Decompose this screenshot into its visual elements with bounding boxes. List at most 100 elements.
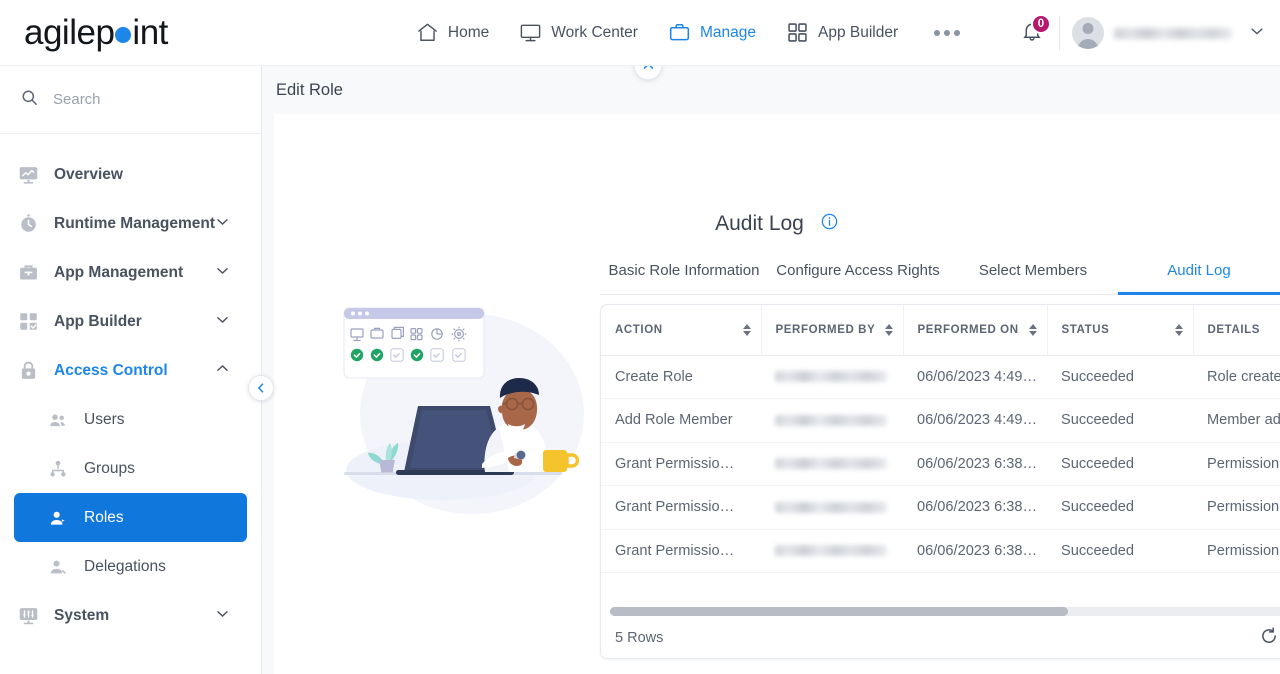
ellipsis-icon[interactable]	[934, 29, 961, 36]
info-circle-icon[interactable]	[820, 212, 839, 236]
sidebar-item-system[interactable]: System	[0, 591, 261, 640]
table-header: ACTION PERFORMED BY PERFORMED ON STATUS …	[601, 305, 1280, 356]
column-header-performed-by[interactable]: PERFORMED BY	[761, 305, 904, 356]
cell-action: Grant Permissio…	[601, 442, 761, 486]
redacted-value	[775, 371, 887, 383]
tab-configure-access-rights[interactable]: Configure Access Rights	[768, 254, 948, 294]
lock-icon	[18, 360, 46, 381]
horizontal-scrollbar[interactable]	[601, 604, 1280, 618]
scrollbar-thumb[interactable]	[610, 606, 1069, 616]
search-input[interactable]: Search	[0, 66, 261, 134]
cell-performed-on: 06/06/2023 4:49…	[903, 398, 1047, 443]
table-body: Create Role 06/06/2023 4:49… Succeeded R…	[601, 355, 1280, 573]
table-row[interactable]: Add Role Member 06/06/2023 4:49… Succeed…	[601, 398, 1280, 443]
stopwatch-icon	[18, 213, 46, 234]
divider	[1059, 16, 1060, 50]
monitor-icon	[519, 21, 542, 44]
sidebar-item-access-control[interactable]: Access Control	[0, 346, 261, 395]
column-label-status: STATUS	[1061, 323, 1110, 336]
cell-details: Member ad	[1193, 398, 1280, 443]
sort-icon[interactable]	[884, 323, 893, 336]
cell-status: Succeeded	[1047, 485, 1193, 530]
cell-status: Succeeded	[1047, 442, 1193, 486]
role-person-icon	[48, 508, 78, 528]
nav-item-app-builder[interactable]: App Builder	[786, 21, 898, 44]
sidebar-item-app-builder[interactable]: App Builder	[0, 297, 261, 346]
briefcase-icon	[668, 21, 691, 44]
sidebar-item-groups[interactable]: Groups	[14, 444, 247, 493]
tab-select-members[interactable]: Select Members	[948, 254, 1118, 294]
sidebar-item-runtime-management[interactable]: Runtime Management	[0, 199, 261, 248]
nav-item-work-center[interactable]: Work Center	[519, 21, 638, 44]
sidebar-item-delegations[interactable]: Delegations	[14, 542, 247, 591]
column-header-action[interactable]: ACTION	[601, 305, 762, 356]
briefcase-icon	[18, 262, 46, 283]
cell-action: Create Role	[601, 355, 761, 399]
sidebar-item-app-management[interactable]: App Management	[0, 248, 261, 297]
sidebar-item-roles[interactable]: Roles	[14, 493, 247, 542]
chevron-down-icon	[214, 262, 231, 284]
cell-performed-by	[761, 355, 903, 399]
sidebar-item-overview[interactable]: Overview	[0, 150, 261, 199]
table-row[interactable]: Grant Permissio… 06/06/2023 6:38… Succee…	[601, 442, 1280, 486]
nav-item-manage[interactable]: Manage	[668, 21, 756, 44]
cell-action: Grant Permissio…	[601, 529, 761, 573]
search-icon	[20, 88, 39, 112]
logo-text-b: int	[132, 12, 168, 52]
column-header-status[interactable]: STATUS	[1047, 305, 1194, 356]
sidebar-label-app-management: App Management	[54, 263, 184, 281]
agilepoint-logo[interactable]: agilep int	[24, 13, 168, 53]
table-row[interactable]: Grant Permissio… 06/06/2023 6:38… Succee…	[601, 485, 1280, 530]
chevron-up-icon	[214, 360, 231, 382]
top-bar-right: 0	[1009, 0, 1266, 66]
cell-action: Grant Permissio…	[601, 485, 761, 530]
redacted-value	[775, 545, 887, 557]
sidebar-label-overview: Overview	[54, 165, 123, 183]
column-header-performed-on[interactable]: PERFORMED ON	[903, 305, 1048, 356]
sidebar-label-roles: Roles	[84, 508, 124, 526]
sidebar-item-users[interactable]: Users	[14, 395, 247, 444]
table-row[interactable]: Grant Permissio… 06/06/2023 6:38… Succee…	[601, 529, 1280, 573]
sidebar-label-delegations: Delegations	[84, 557, 166, 575]
sort-icon[interactable]	[742, 323, 751, 336]
cell-details: Permission	[1193, 529, 1280, 573]
nav-label-manage: Manage	[699, 23, 756, 41]
notifications-button[interactable]: 0	[1009, 10, 1055, 56]
cell-details: Role create	[1193, 355, 1280, 399]
sort-icon[interactable]	[1028, 323, 1037, 336]
sort-icon[interactable]	[1174, 323, 1183, 336]
monitor-sliders-icon	[18, 605, 46, 626]
table-row[interactable]: Create Role 06/06/2023 4:49… Succeeded R…	[601, 355, 1280, 399]
column-label-performed-on: PERFORMED ON	[917, 323, 1019, 336]
sidebar-collapse-button[interactable]	[248, 375, 274, 401]
chevron-left-icon	[257, 383, 264, 393]
redacted-value	[775, 414, 887, 426]
audit-log-table: ACTION PERFORMED BY PERFORMED ON STATUS …	[601, 305, 1280, 573]
chevron-down-icon	[1248, 22, 1266, 45]
chevron-down-icon	[214, 605, 231, 627]
user-menu[interactable]	[1072, 17, 1266, 49]
person-at-laptop-illustration	[322, 294, 594, 524]
sidebar-label-access-control: Access Control	[54, 361, 168, 379]
nav-item-home[interactable]: Home	[416, 21, 489, 44]
section-header: Audit Log	[274, 212, 1280, 236]
cell-performed-on: 06/06/2023 6:38…	[903, 442, 1047, 486]
monitor-chart-icon	[18, 164, 46, 185]
tab-audit-log[interactable]: Audit Log	[1118, 254, 1280, 295]
users-icon	[48, 410, 78, 430]
cell-status: Succeeded	[1047, 355, 1193, 399]
tab-basic-role-information[interactable]: Basic Role Information	[600, 254, 768, 294]
sidebar-label-system: System	[54, 606, 110, 624]
top-nav: Home Work Center Manage App Builder	[416, 21, 961, 44]
scrollbar-track[interactable]	[610, 606, 1280, 616]
column-label-action: ACTION	[615, 323, 663, 336]
cell-performed-on: 06/06/2023 6:38…	[903, 529, 1047, 573]
cell-performed-by	[761, 529, 903, 573]
logo-text-a: agilep	[24, 12, 115, 52]
column-header-details[interactable]: DETAILS	[1193, 305, 1280, 356]
column-label-performed-by: PERFORMED BY	[775, 323, 876, 336]
home-icon	[416, 21, 439, 44]
cell-performed-on: 06/06/2023 6:38…	[903, 485, 1047, 530]
refresh-icon[interactable]	[1259, 626, 1279, 651]
sidebar-label-app-builder: App Builder	[54, 312, 142, 330]
